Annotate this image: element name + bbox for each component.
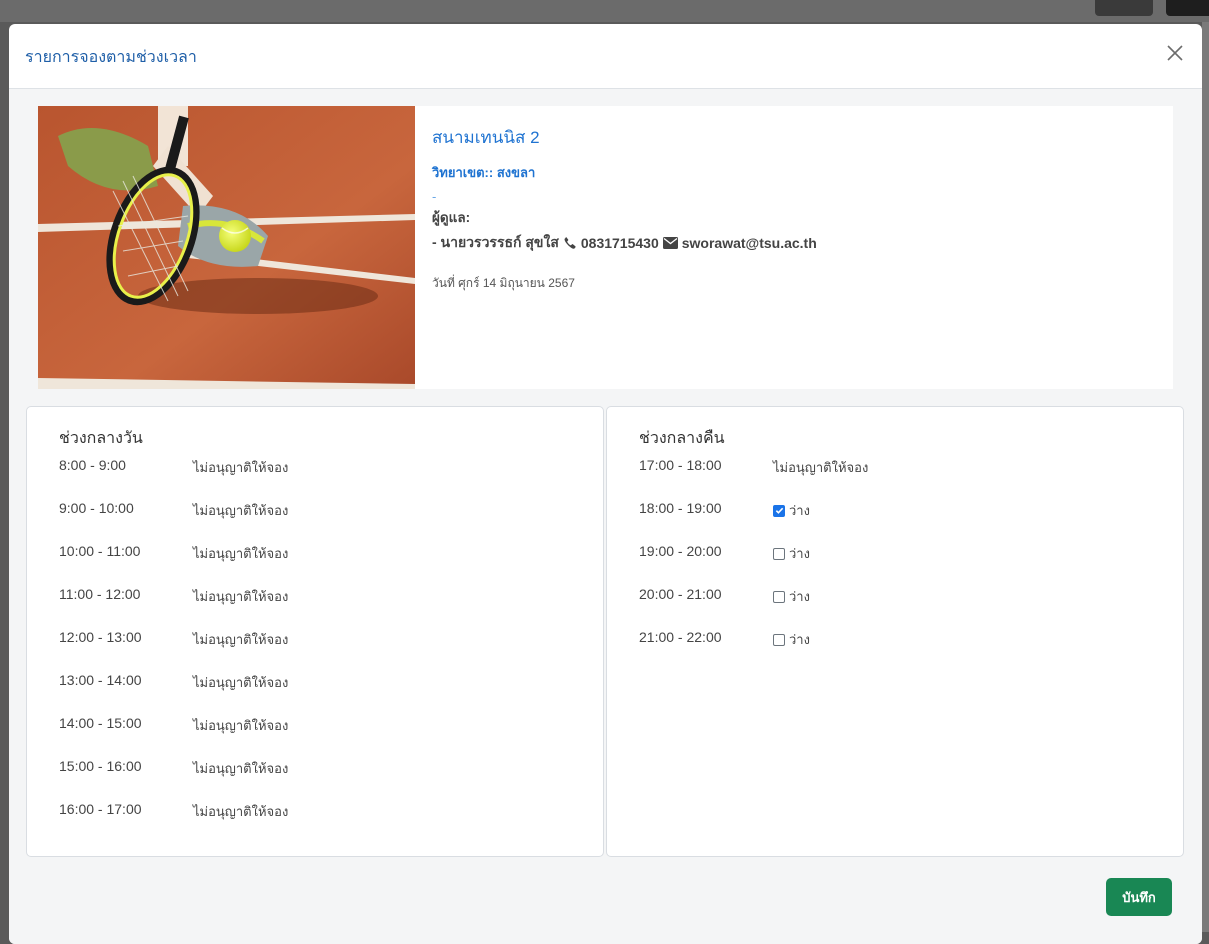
slot-checkbox-label[interactable]: ว่าง <box>773 543 810 564</box>
slot-status: ไม่อนุญาติให้จอง <box>193 719 289 734</box>
phone-icon <box>563 236 577 250</box>
slot-time: 10:00 - 11:00 <box>59 543 141 559</box>
slot-time: 18:00 - 19:00 <box>639 500 722 516</box>
slot-row: 16:00 - 17:00 ไม่อนุญาติให้จอง <box>59 801 593 844</box>
campus-sub: - <box>432 189 437 204</box>
slot-time: 20:00 - 21:00 <box>639 586 722 602</box>
court-name: สนามเทนนิส 2 <box>432 128 540 147</box>
slot-row: 9:00 - 10:00 ไม่อนุญาติให้จอง <box>59 500 593 543</box>
booking-date: วันที่ ศุกร์ 14 มิถุนายน 2567 <box>432 276 575 290</box>
slot-row: 17:00 - 18:00 ไม่อนุญาติให้จอง <box>639 457 1173 500</box>
slot-row: 15:00 - 16:00 ไม่อนุญาติให้จอง <box>59 758 593 801</box>
close-button[interactable] <box>1162 40 1188 66</box>
slot-row: 14:00 - 15:00 ไม่อนุญาติให้จอง <box>59 715 593 758</box>
page-backdrop <box>0 0 1209 22</box>
booking-modal: รายการจองตามช่วงเวลา สนามเทนนิส 2 วิทยาเ… <box>9 24 1202 944</box>
slot-status: ไม่อนุญาติให้จอง <box>773 461 869 476</box>
slot-time: 13:00 - 14:00 <box>59 672 142 688</box>
slot-time: 14:00 - 15:00 <box>59 715 142 731</box>
page-backdrop-edge <box>1202 22 1209 932</box>
night-slot-list: 17:00 - 18:00 ไม่อนุญาติให้จอง 18:00 - 1… <box>639 457 1173 672</box>
background-button <box>1095 0 1153 16</box>
slot-checkbox[interactable] <box>773 590 785 603</box>
caretaker-label: ผู้ดูแล: <box>432 210 471 225</box>
slot-time: 9:00 - 10:00 <box>59 500 134 516</box>
day-panel-title: ช่วงกลางวัน <box>59 428 143 447</box>
slot-checkbox[interactable] <box>773 504 785 517</box>
slot-time: 19:00 - 20:00 <box>639 543 722 559</box>
envelope-icon <box>662 237 678 249</box>
slot-checkbox-label[interactable]: ว่าง <box>773 500 810 521</box>
slot-status: ว่าง <box>789 590 810 605</box>
slot-row: 8:00 - 9:00 ไม่อนุญาติให้จอง <box>59 457 593 500</box>
slot-time: 16:00 - 17:00 <box>59 801 142 817</box>
slot-row: 20:00 - 21:00 ว่าง <box>639 586 1173 629</box>
slot-row: 18:00 - 19:00 ว่าง <box>639 500 1173 543</box>
slot-row: 11:00 - 12:00 ไม่อนุญาติให้จอง <box>59 586 593 629</box>
slot-time: 11:00 - 12:00 <box>59 586 141 602</box>
slot-status: ไม่อนุญาติให้จอง <box>193 461 289 476</box>
slot-status: ไม่อนุญาติให้จอง <box>193 633 289 648</box>
slot-status: ว่าง <box>789 547 810 562</box>
slot-row: 12:00 - 13:00 ไม่อนุญาติให้จอง <box>59 629 593 672</box>
court-info-card: สนามเทนนิส 2 วิทยาเขต:: สงขลา - ผู้ดูแล:… <box>38 106 1173 389</box>
slot-time: 15:00 - 16:00 <box>59 758 142 774</box>
campus-label: วิทยาเขต:: สงขลา <box>432 165 536 180</box>
slot-checkbox-label[interactable]: ว่าง <box>773 586 810 607</box>
night-panel-title: ช่วงกลางคืน <box>639 428 725 447</box>
slot-status: ว่าง <box>789 633 810 648</box>
slot-status: ไม่อนุญาติให้จอง <box>193 504 289 519</box>
slot-time: 21:00 - 22:00 <box>639 629 722 645</box>
slot-row: 10:00 - 11:00 ไม่อนุญาติให้จอง <box>59 543 593 586</box>
modal-body: สนามเทนนิส 2 วิทยาเขต:: สงขลา - ผู้ดูแล:… <box>9 89 1202 944</box>
caretaker-contact: - นายวรวรรธก์ สุขใส 0831715430 sworawat@… <box>432 232 1163 254</box>
slot-checkbox[interactable] <box>773 633 785 646</box>
close-icon <box>1167 45 1183 61</box>
slot-checkbox-label[interactable]: ว่าง <box>773 629 810 650</box>
modal-header: รายการจองตามช่วงเวลา <box>9 24 1202 89</box>
slot-time: 8:00 - 9:00 <box>59 457 126 473</box>
slot-status: ไม่อนุญาติให้จอง <box>193 547 289 562</box>
background-button <box>1166 0 1209 16</box>
slot-row: 19:00 - 20:00 ว่าง <box>639 543 1173 586</box>
slot-checkbox[interactable] <box>773 547 785 560</box>
slot-time: 12:00 - 13:00 <box>59 629 142 645</box>
caretaker-name: - นายวรวรรธก์ สุขใส <box>432 234 559 250</box>
caretaker-email: sworawat@tsu.ac.th <box>681 235 817 251</box>
day-slots-panel: ช่วงกลางวัน 8:00 - 9:00 ไม่อนุญาติให้จอง… <box>26 406 604 857</box>
slot-row: 13:00 - 14:00 ไม่อนุญาติให้จอง <box>59 672 593 715</box>
modal-title: รายการจองตามช่วงเวลา <box>25 49 197 66</box>
slot-row: 21:00 - 22:00 ว่าง <box>639 629 1173 672</box>
save-button[interactable]: บันทึก <box>1106 878 1172 916</box>
slot-status: ว่าง <box>789 504 810 519</box>
court-photo <box>38 106 415 389</box>
court-details: สนามเทนนิส 2 วิทยาเขต:: สงขลา - ผู้ดูแล:… <box>432 124 1163 293</box>
slot-time: 17:00 - 18:00 <box>639 457 722 473</box>
slot-status: ไม่อนุญาติให้จอง <box>193 762 289 777</box>
slot-status: ไม่อนุญาติให้จอง <box>193 590 289 605</box>
caretaker-phone: 0831715430 <box>580 235 659 251</box>
slot-status: ไม่อนุญาติให้จอง <box>193 676 289 691</box>
slot-status: ไม่อนุญาติให้จอง <box>193 805 289 820</box>
day-slot-list: 8:00 - 9:00 ไม่อนุญาติให้จอง 9:00 - 10:0… <box>59 457 593 844</box>
night-slots-panel: ช่วงกลางคืน 17:00 - 18:00 ไม่อนุญาติให้จ… <box>606 406 1184 857</box>
